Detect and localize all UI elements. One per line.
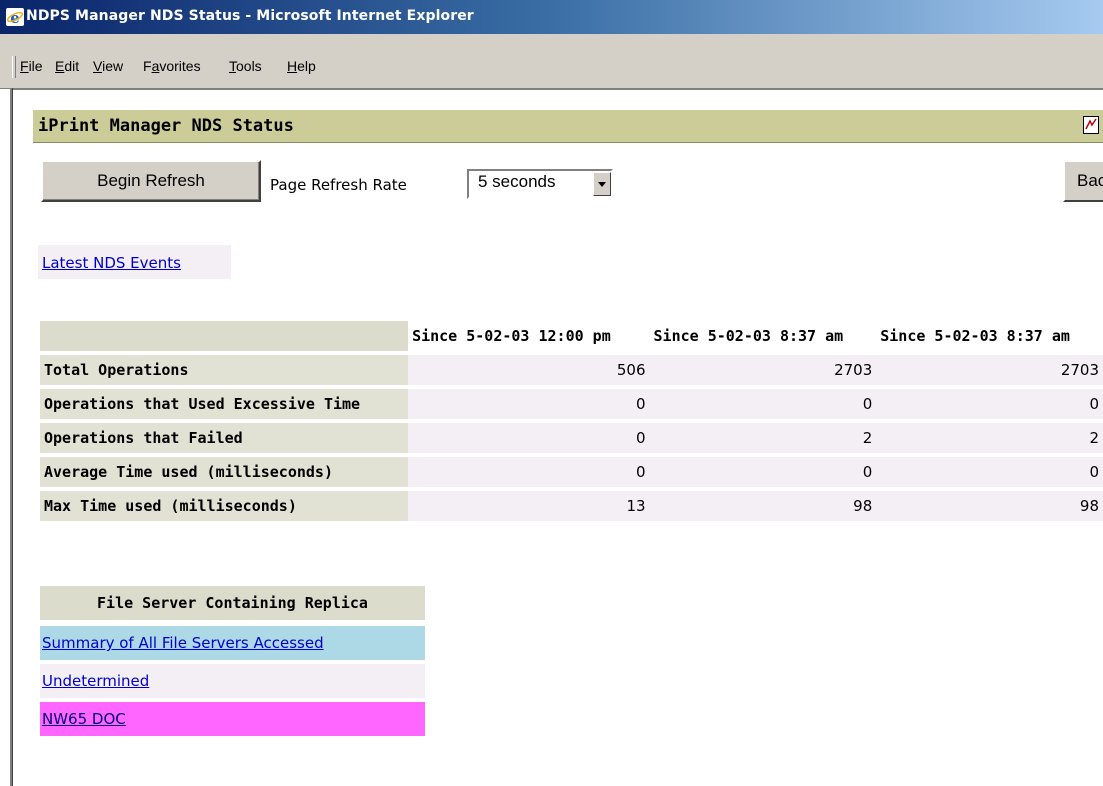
row-label: Max Time used (milliseconds) (40, 491, 409, 521)
table-row: Total Operations 506 2703 2703 (40, 355, 1103, 385)
table-cell: 13 (408, 491, 650, 521)
file-server-row: Summary of All File Servers Accessed (40, 626, 425, 660)
page-title: iPrint Manager NDS Status (38, 116, 294, 136)
menu-file[interactable]: File (20, 58, 43, 74)
svg-text:e: e (10, 9, 20, 26)
window-title: NDPS Manager NDS Status - Microsoft Inte… (26, 8, 474, 24)
table-cell: 0 (408, 389, 650, 419)
begin-refresh-button[interactable]: Begin Refresh (41, 160, 261, 202)
table-row: Operations that Used Excessive Time 0 0 … (40, 389, 1103, 419)
stats-table: Since 5-02-03 12:00 pm Since 5-02-03 8:3… (40, 317, 1103, 525)
table-cell: 0 (876, 457, 1103, 487)
latest-nds-events-link[interactable]: Latest NDS Events (42, 254, 181, 272)
refresh-rate-label: Page Refresh Rate (270, 176, 407, 194)
menu-view[interactable]: View (93, 58, 123, 74)
menu-favorites[interactable]: Favorites (143, 58, 201, 74)
menu-edit[interactable]: Edit (55, 58, 79, 74)
column-header: Since 5-02-03 8:37 am (876, 321, 1103, 351)
chevron-down-icon[interactable] (593, 172, 611, 196)
table-cell: 0 (408, 457, 650, 487)
table-cell: 0 (876, 389, 1103, 419)
table-cell: 2703 (649, 355, 877, 385)
menu-help[interactable]: Help (287, 58, 316, 74)
file-server-row: Undetermined (40, 664, 425, 698)
table-header-row: Since 5-02-03 12:00 pm Since 5-02-03 8:3… (40, 321, 1103, 351)
summary-all-servers-link[interactable]: Summary of All File Servers Accessed (42, 634, 324, 652)
undetermined-link[interactable]: Undetermined (42, 672, 149, 690)
table-cell: 0 (649, 457, 877, 487)
help-icon[interactable] (1083, 116, 1099, 134)
column-header: Since 5-02-03 12:00 pm (408, 321, 650, 351)
refresh-rate-value: 5 seconds (478, 172, 556, 191)
table-cell: 98 (876, 491, 1103, 521)
table-row: Average Time used (milliseconds) 0 0 0 (40, 457, 1103, 487)
row-label: Average Time used (milliseconds) (40, 457, 409, 487)
table-cell: 2 (876, 423, 1103, 453)
table-row: Max Time used (milliseconds) 13 98 98 (40, 491, 1103, 521)
file-server-row: NW65 DOC (40, 702, 425, 736)
nw65-doc-link[interactable]: NW65 DOC (42, 710, 126, 728)
row-label: Operations that Failed (40, 423, 409, 453)
table-cell: 0 (408, 423, 650, 453)
viewport-border-left (10, 88, 13, 786)
table-cell: 0 (649, 389, 877, 419)
table-corner (40, 321, 409, 351)
row-label: Total Operations (40, 355, 409, 385)
menu-tools[interactable]: Tools (229, 58, 262, 74)
table-cell: 2703 (876, 355, 1103, 385)
table-row: Operations that Failed 0 2 2 (40, 423, 1103, 453)
ie-icon: e (6, 8, 24, 27)
table-cell: 506 (408, 355, 650, 385)
table-cell: 98 (649, 491, 877, 521)
row-label: Operations that Used Excessive Time (40, 389, 409, 419)
table-cell: 2 (649, 423, 877, 453)
back-button[interactable]: Back (1063, 160, 1103, 202)
menu-grip (12, 56, 16, 78)
file-server-header: File Server Containing Replica (40, 586, 425, 620)
viewport-border-top (10, 88, 1103, 90)
column-header: Since 5-02-03 8:37 am (649, 321, 877, 351)
